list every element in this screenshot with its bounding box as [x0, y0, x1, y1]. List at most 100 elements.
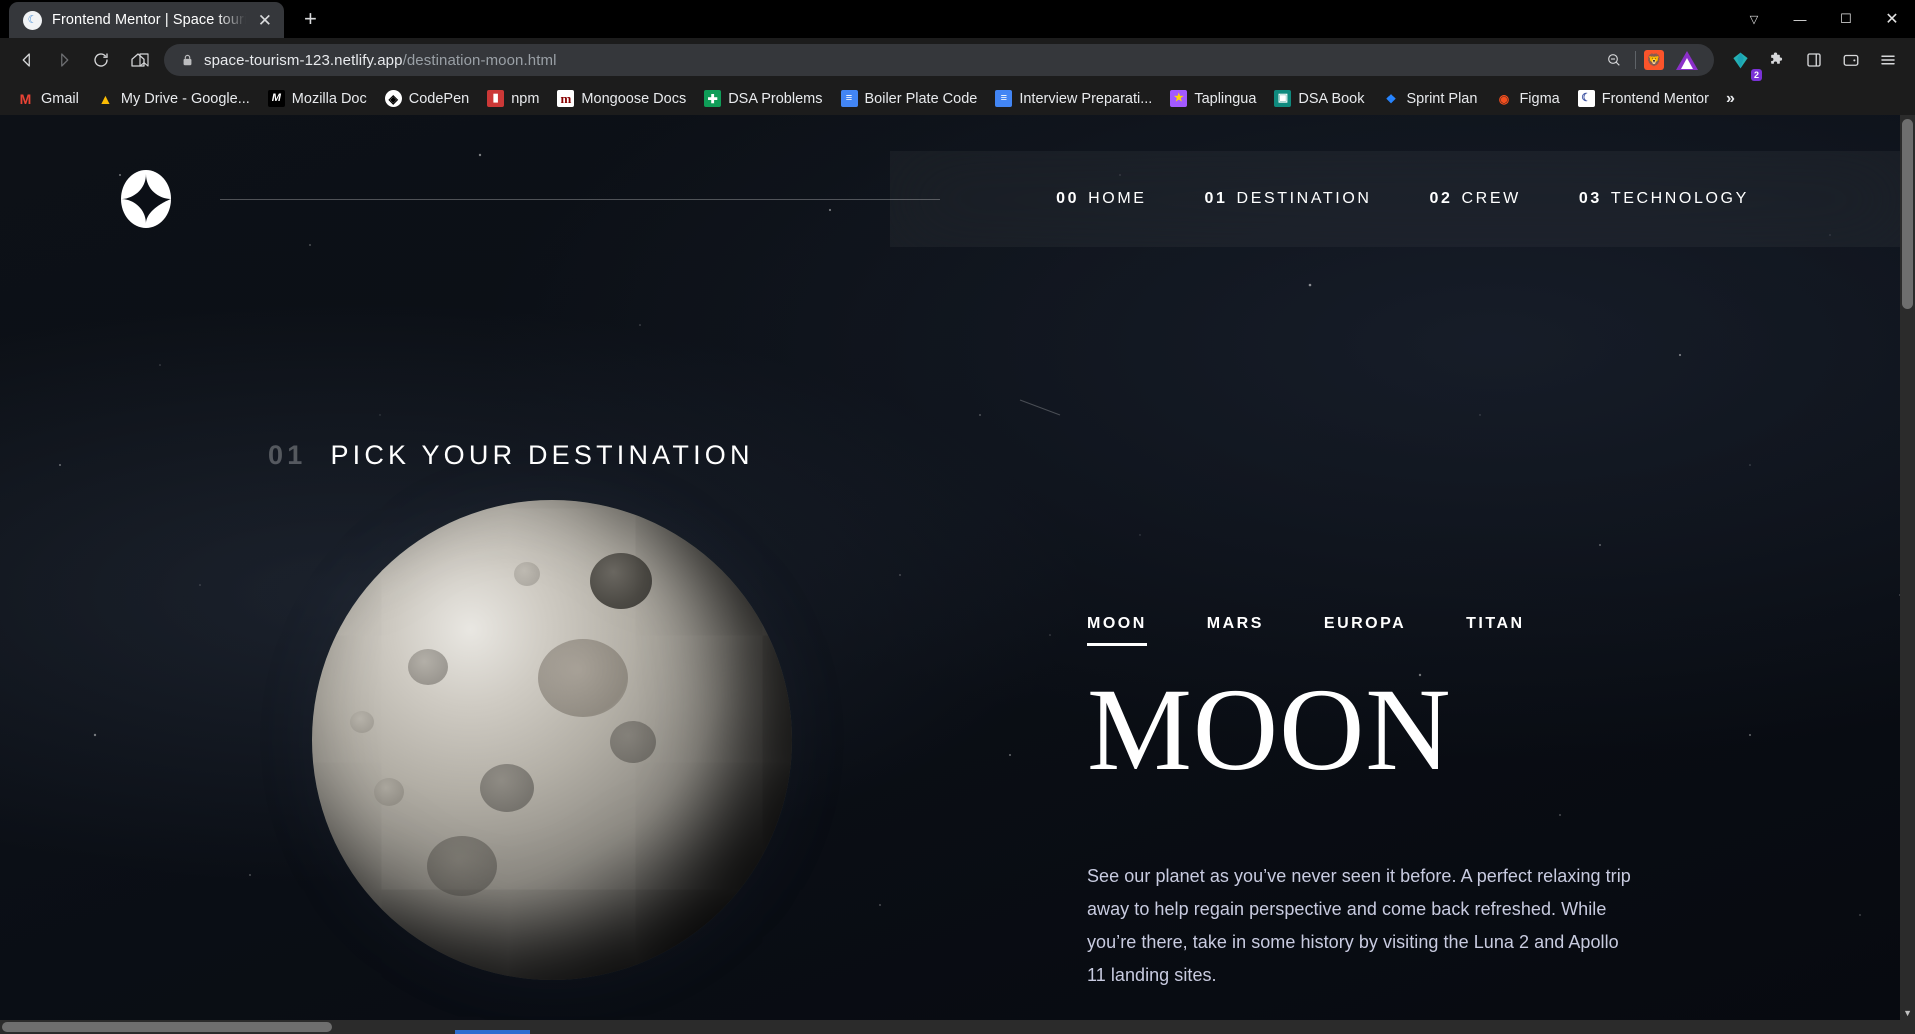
maximize-button[interactable]: ☐	[1823, 4, 1869, 34]
divider	[1635, 51, 1636, 69]
brave-shields-icon[interactable]: 🦁	[1644, 50, 1664, 70]
destination-tab-europa[interactable]: EUROPA	[1324, 615, 1406, 646]
puzzle-piece-icon[interactable]	[1760, 43, 1794, 77]
nav-item-home[interactable]: 00 HOME	[1056, 190, 1146, 208]
primary-navigation: 00 HOME 01 DESTINATION 02 CREW 03 TECHNOLOGY	[890, 151, 1915, 247]
page-viewport: 00 HOME 01 DESTINATION 02 CREW 03 TECHNOLOGY…	[0, 115, 1915, 1034]
destination-tab-mars[interactable]: MARS	[1207, 615, 1264, 646]
zoom-out-icon[interactable]	[1601, 47, 1627, 73]
bookmark-item[interactable]: ≡ Boiler Plate Code	[832, 86, 987, 111]
book-icon: ▣	[1274, 90, 1292, 107]
vertical-scrollbar[interactable]: ▲ ▼	[1900, 115, 1915, 1034]
address-bar-actions: 🦁	[1601, 47, 1704, 73]
lock-icon	[180, 54, 194, 67]
bookmark-item[interactable]: ◈ CodePen	[376, 86, 478, 111]
nav-number: 03	[1578, 190, 1602, 207]
figma-icon: ◉	[1498, 91, 1510, 106]
bookmark-item[interactable]: ▮ npm	[478, 86, 548, 111]
reload-icon[interactable]	[84, 43, 118, 77]
npm-icon: ▮	[487, 90, 505, 107]
bookmark-item[interactable]: ▲ My Drive - Google...	[88, 86, 259, 111]
nav-number: 01	[1204, 190, 1228, 207]
bookmarks-bar: M Gmail ▲ My Drive - Google... M Mozilla Do…	[0, 82, 1915, 115]
bookmarks-overflow-button[interactable]: »	[1718, 88, 1743, 110]
bookmark-label: Gmail	[41, 90, 79, 107]
nav-item-destination[interactable]: 01 DESTINATION	[1205, 190, 1372, 208]
bookmark-item[interactable]: M Gmail	[8, 86, 88, 111]
bookmark-label: Mongoose Docs	[581, 90, 687, 107]
destination-name: MOON	[1087, 664, 1452, 795]
bookmark-label: Sprint Plan	[1406, 90, 1478, 107]
mdn-icon: M	[267, 90, 285, 107]
browser-tab[interactable]: ☾ Frontend Mentor | Space tourism ✕	[9, 2, 284, 38]
bookmark-label: Frontend Mentor	[1601, 90, 1709, 107]
gmail-icon: M	[19, 90, 32, 107]
google-drive-icon: ▲	[98, 90, 113, 107]
bookmark-label: Figma	[1519, 90, 1560, 107]
back-arrow-icon[interactable]	[10, 43, 44, 77]
nav-item-technology[interactable]: 03 TECHNOLOGY	[1579, 190, 1749, 208]
bookmark-label: Taplingua	[1194, 90, 1257, 107]
space-tourism-star-logo[interactable]	[117, 170, 175, 228]
header-divider-line	[220, 198, 940, 200]
brave-rewards-icon[interactable]	[1676, 50, 1698, 70]
bookmark-item[interactable]: ≡ Interview Preparati...	[986, 86, 1161, 111]
bookmark-item[interactable]: ✚ DSA Problems	[695, 86, 831, 111]
browser-titlebar: ☾ Frontend Mentor | Space tourism ✕ + ▽ …	[0, 0, 1915, 38]
bookmark-item[interactable]: m Mongoose Docs	[548, 86, 695, 111]
url-domain: space-tourism-123.netlify.app	[204, 51, 403, 69]
google-docs-icon: ≡	[995, 90, 1013, 107]
tab-close-icon[interactable]: ✕	[256, 12, 274, 29]
bookmark-item[interactable]: ☾ Frontend Mentor	[1569, 86, 1718, 111]
nav-item-crew[interactable]: 02 CREW	[1430, 190, 1521, 208]
browser-window: ☾ Frontend Mentor | Space tourism ✕ + ▽ …	[0, 0, 1915, 1034]
bookmark-label: DSA Book	[1298, 90, 1365, 107]
minimize-button[interactable]: —	[1777, 4, 1823, 34]
page-title-number: 01	[268, 440, 307, 470]
nav-label: DESTINATION	[1236, 190, 1372, 207]
bookmark-item[interactable]: M Mozilla Doc	[259, 86, 376, 111]
window-controls: ▽ — ☐ ✕	[1731, 4, 1915, 34]
bookmark-item[interactable]: ★ Taplingua	[1161, 86, 1265, 111]
scroll-down-arrow-icon[interactable]: ▼	[1903, 1008, 1912, 1018]
url-text[interactable]: space-tourism-123.netlify.app/destinatio…	[204, 52, 1601, 69]
url-path: /destination-moon.html	[402, 51, 557, 69]
site-header: 00 HOME 01 DESTINATION 02 CREW 03 TECHNOLOGY	[0, 151, 1915, 247]
jira-icon: ❖	[1385, 91, 1397, 106]
destination-tab-titan[interactable]: TITAN	[1466, 615, 1524, 646]
mongoose-icon: m	[557, 90, 575, 107]
scroll-highlight	[455, 1030, 530, 1034]
bookmark-icon[interactable]	[130, 43, 158, 77]
extension-badge-count: 2	[1750, 69, 1762, 81]
hamburger-menu-icon[interactable]	[1871, 43, 1905, 77]
bookmark-label: Boiler Plate Code	[864, 90, 978, 107]
nav-number: 00	[1056, 190, 1080, 207]
sidebar-panel-icon[interactable]	[1797, 43, 1831, 77]
google-sheets-icon: ✚	[704, 90, 722, 107]
google-docs-icon: ≡	[840, 90, 858, 107]
new-tab-button[interactable]: +	[304, 8, 317, 30]
horizontal-scrollbar[interactable]	[0, 1020, 1900, 1034]
bookmark-item[interactable]: ◉ Figma	[1486, 86, 1568, 111]
browser-navbar: space-tourism-123.netlify.app/destinatio…	[0, 38, 1915, 82]
bookmark-item[interactable]: ▣ DSA Book	[1265, 86, 1373, 111]
address-bar[interactable]: space-tourism-123.netlify.app/destinatio…	[139, 44, 1714, 76]
bookmark-label: My Drive - Google...	[120, 90, 250, 107]
bookmark-item[interactable]: ❖ Sprint Plan	[1374, 86, 1487, 111]
wallet-icon[interactable]	[1834, 43, 1868, 77]
vertical-scrollbar-thumb[interactable]	[1902, 119, 1913, 309]
horizontal-scrollbar-thumb[interactable]	[2, 1022, 332, 1032]
nav-label: CREW	[1461, 190, 1521, 207]
forward-arrow-icon	[47, 43, 81, 77]
star-icon: ★	[1170, 90, 1188, 107]
nav-label: TECHNOLOGY	[1610, 190, 1749, 207]
close-window-button[interactable]: ✕	[1869, 4, 1915, 34]
destination-description: See our planet as you’ve never seen it b…	[1087, 866, 1631, 985]
bookmark-label: DSA Problems	[728, 90, 823, 107]
destination-tab-moon[interactable]: MOON	[1087, 615, 1147, 646]
nav-number: 02	[1429, 190, 1453, 207]
frontend-mentor-icon: ☾	[1577, 90, 1595, 107]
tab-search-button[interactable]: ▽	[1731, 4, 1777, 34]
bookmark-label: CodePen	[408, 90, 470, 107]
gem-extension-icon[interactable]: 2	[1723, 43, 1762, 81]
